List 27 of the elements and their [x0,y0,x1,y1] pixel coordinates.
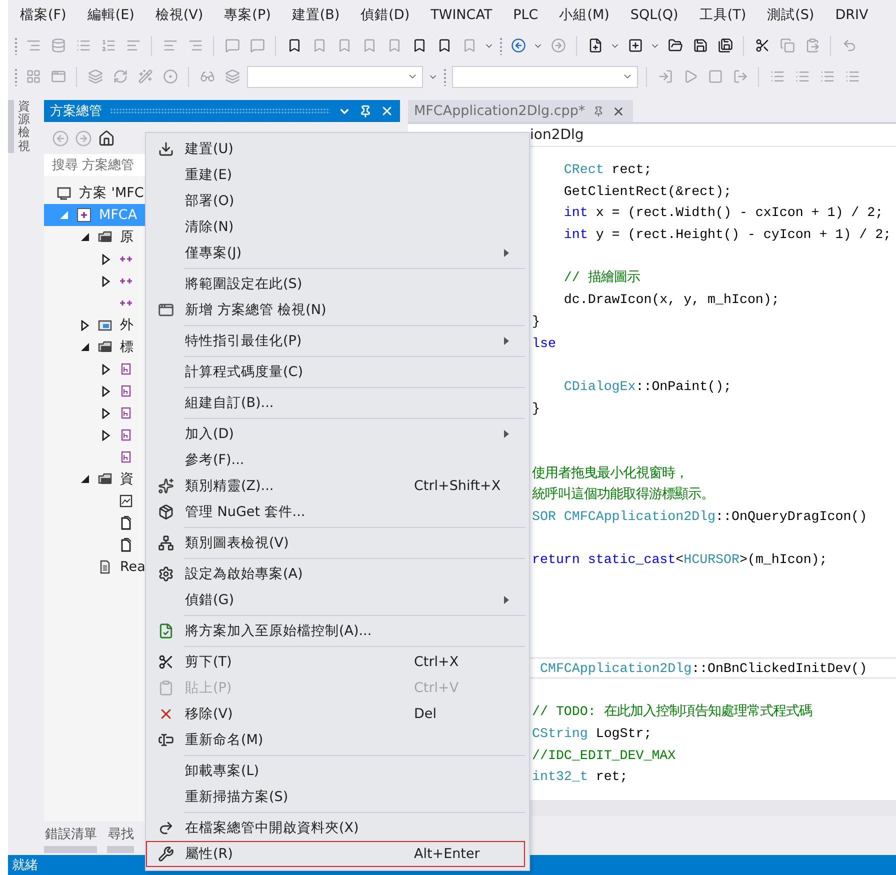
code-line: SOR CMFCApplication2Dlg::OnQueryDragIcon() [532,509,868,524]
code-line: CString LogStr; [532,726,652,741]
code-line: 統呼叫這個功能取得游標顯示。 [532,487,714,502]
code-line: 使用者拖曳最小化視窗時， [532,466,688,481]
shortcut-text: Ctrl+V [414,680,460,696]
code-line: dc.DrawIcon(x, y, m_hIcon); [562,292,780,308]
status-text: 就緒 [12,857,38,874]
code-line: } [532,400,540,416]
code-line: } [532,314,540,329]
shortcut-text: Del [414,706,438,722]
panel-title: 方案總管 [50,103,102,120]
code-line: lse [532,336,556,350]
code-line: int y = (rect.Height() - cyIcon + 1) / 2; [562,227,892,242]
shortcut-text: Alt+Enter [414,846,481,862]
tab-title: MFCApplication2Dlg.cpp* [414,103,586,119]
code-line: GetClientRect(&rect); [562,184,732,199]
code-line: int32_t ret; [532,769,628,784]
shortcut-text: Ctrl+Shift+X [414,478,502,494]
code-line: int x = (rect.Width() - cxIcon + 1) / 2; [562,205,884,220]
code-line: CRect rect; [562,162,652,177]
code-line: // 描繪圖示 [562,270,640,286]
code-line: return static_cast<HCURSOR>(m_hIcon); [532,552,828,568]
shortcut-text: Ctrl+X [414,654,460,670]
code-line: CDialogEx::OnPaint(); [562,378,732,394]
code-line: //IDC_EDIT_DEV_MAX [532,748,676,763]
code-line: CMFCApplication2Dlg::OnBnClickedInitDev() [538,660,868,676]
code-line: // TODO: 在此加入控制項告知處理常式程式碼 [532,704,812,720]
